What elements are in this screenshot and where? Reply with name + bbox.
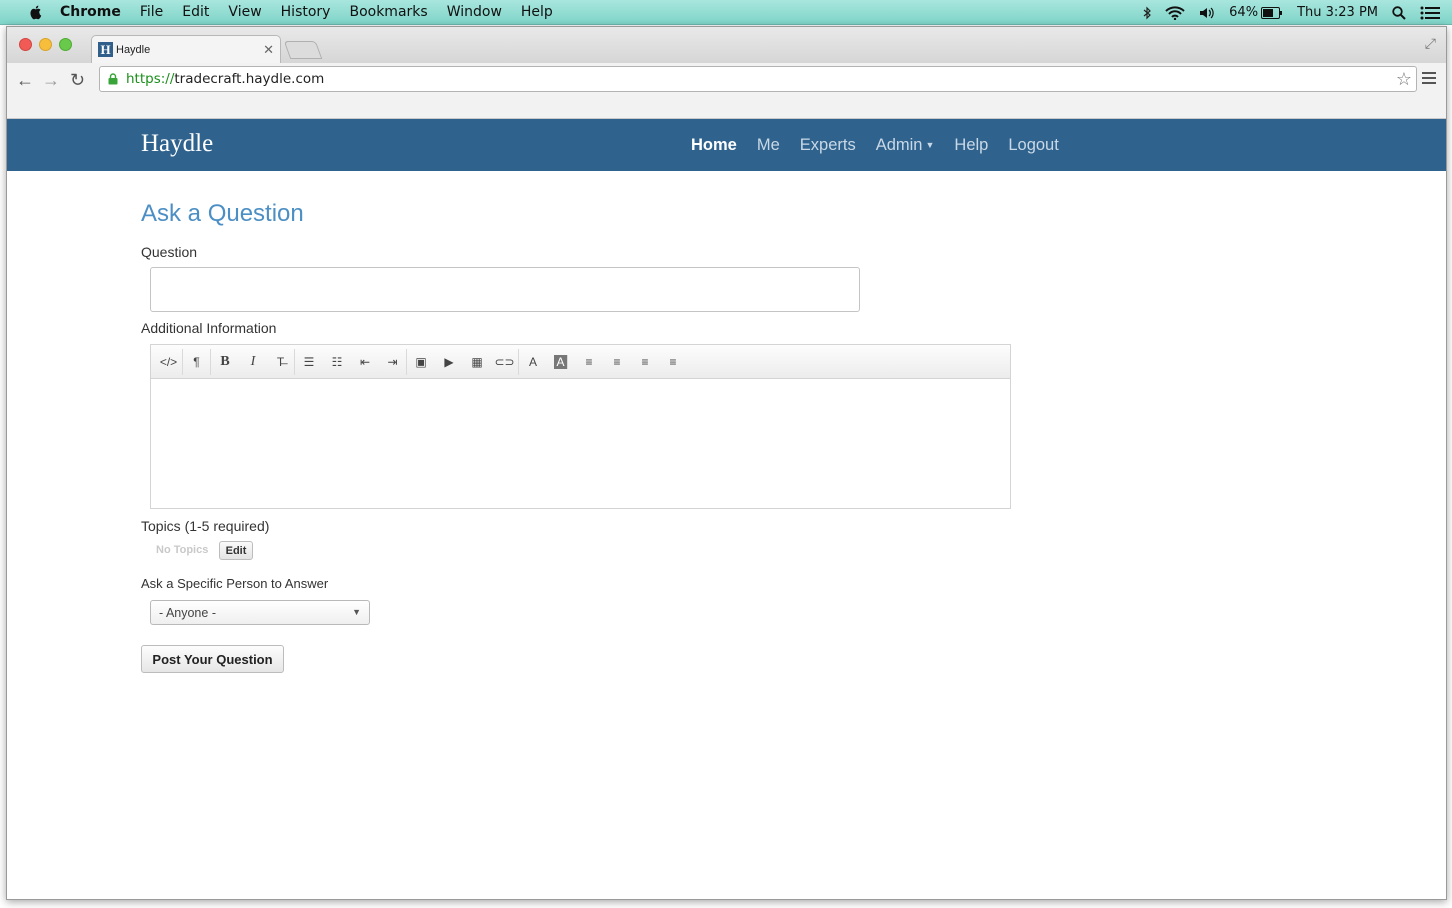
additional-info-label: Additional Information — [141, 320, 277, 336]
browser-window: H Haydle ✕ ⤢ ← → ↻ https:// tradecraft.h… — [6, 26, 1447, 900]
video-icon[interactable]: ▶ — [435, 349, 463, 375]
html-code-icon[interactable]: </> — [155, 348, 183, 375]
align-left-icon[interactable]: ≡ — [575, 349, 603, 375]
question-input[interactable] — [150, 267, 860, 312]
strikethrough-icon[interactable]: T̶ — [267, 348, 295, 375]
haydle-favicon-icon: H — [98, 42, 113, 57]
align-center-icon[interactable]: ≡ — [603, 349, 631, 375]
lock-icon — [108, 73, 118, 85]
bold-icon[interactable]: B — [211, 349, 239, 375]
rich-text-editor: </> ¶ B I T̶ ☰ ☷ ⇤ ⇥ ▣ ▶ ▦ ⊂⊃ A A ≡ ≡ ≡ ≡ — [150, 344, 1011, 509]
browser-titlebar: H Haydle ✕ ⤢ — [7, 27, 1446, 63]
battery-percent: 64% — [1229, 5, 1259, 20]
menubar-clock[interactable]: Thu 3:23 PM — [1297, 5, 1378, 20]
nav-help[interactable]: Help — [954, 136, 988, 155]
url-host: tradecraft.haydle.com — [174, 71, 325, 87]
apple-logo-icon[interactable] — [26, 4, 46, 20]
menubar-window[interactable]: Window — [447, 4, 502, 20]
menubar-bookmarks[interactable]: Bookmarks — [349, 4, 427, 20]
nav-logout[interactable]: Logout — [1008, 136, 1058, 155]
browser-tab[interactable]: H Haydle ✕ — [91, 35, 281, 63]
image-icon[interactable]: ▣ — [407, 349, 435, 375]
table-icon[interactable]: ▦ — [463, 349, 491, 375]
close-window-button[interactable] — [19, 38, 32, 51]
site-brand[interactable]: Haydle — [141, 130, 213, 158]
forward-arrow-icon[interactable]: → — [42, 70, 60, 91]
fullscreen-icon[interactable]: ⤢ — [1425, 35, 1436, 52]
spotlight-search-icon[interactable] — [1392, 5, 1406, 20]
nav-me[interactable]: Me — [757, 136, 780, 155]
nav-admin[interactable]: Admin ▼ — [876, 136, 935, 155]
font-color-icon[interactable]: A — [519, 349, 547, 375]
editor-body[interactable] — [151, 379, 1010, 508]
minimize-window-button[interactable] — [39, 38, 52, 51]
menubar-status-area: 64% Thu 3:23 PM — [1143, 0, 1440, 25]
tab-close-icon[interactable]: ✕ — [263, 42, 274, 58]
post-question-button[interactable]: Post Your Question — [141, 645, 284, 673]
menubar-edit[interactable]: Edit — [182, 4, 209, 20]
outdent-icon[interactable]: ⇤ — [351, 349, 379, 375]
site-nav: Home Me Experts Admin ▼ Help Logout — [691, 119, 1079, 171]
chrome-menu-icon[interactable] — [1422, 69, 1436, 87]
indent-icon[interactable]: ⇥ — [379, 348, 407, 375]
site-navbar: Haydle Home Me Experts Admin ▼ Help Logou… — [7, 119, 1446, 171]
ask-person-value: - Anyone - — [159, 605, 216, 620]
wifi-icon[interactable] — [1165, 5, 1185, 20]
battery-icon — [1261, 6, 1283, 19]
numbered-list-icon[interactable]: ☷ — [323, 349, 351, 375]
paragraph-icon[interactable]: ¶ — [183, 348, 211, 375]
menubar-view[interactable]: View — [228, 4, 261, 20]
topics-label: Topics (1-5 required) — [141, 518, 270, 534]
new-tab-button[interactable] — [283, 41, 323, 59]
editor-toolbar: </> ¶ B I T̶ ☰ ☷ ⇤ ⇥ ▣ ▶ ▦ ⊂⊃ A A ≡ ≡ ≡ ≡ — [151, 345, 1010, 379]
browser-toolbar: ← → ↻ https:// tradecraft.haydle.com ☆ — [7, 63, 1446, 119]
menubar-history[interactable]: History — [281, 4, 331, 20]
background-color-icon[interactable]: A — [554, 354, 568, 369]
menubar-app-name[interactable]: Chrome — [60, 4, 121, 20]
back-arrow-icon[interactable]: ← — [16, 70, 34, 91]
macos-menubar: Chrome File Edit View History Bookmarks … — [0, 0, 1452, 25]
battery-indicator[interactable]: 64% — [1229, 5, 1283, 20]
ask-person-select[interactable]: - Anyone - ▼ — [150, 600, 370, 625]
nav-experts[interactable]: Experts — [800, 136, 856, 155]
menubar-help[interactable]: Help — [521, 4, 553, 20]
volume-icon[interactable] — [1199, 6, 1215, 20]
edit-topics-button[interactable]: Edit — [219, 541, 253, 560]
page-title: Ask a Question — [141, 200, 304, 227]
nav-home[interactable]: Home — [691, 136, 737, 155]
caret-down-icon: ▼ — [925, 140, 935, 151]
bookmark-star-icon[interactable]: ☆ — [1396, 69, 1412, 90]
no-topics-text: No Topics — [156, 544, 209, 556]
url-scheme: https:// — [126, 71, 175, 87]
menubar-file[interactable]: File — [140, 4, 163, 20]
tab-title: Haydle — [116, 43, 151, 56]
align-right-icon[interactable]: ≡ — [631, 349, 659, 375]
address-bar[interactable]: https:// tradecraft.haydle.com ☆ — [99, 66, 1417, 92]
bluetooth-icon[interactable] — [1143, 6, 1152, 20]
ask-person-label: Ask a Specific Person to Answer — [141, 576, 329, 591]
link-icon[interactable]: ⊂⊃ — [491, 348, 519, 375]
dropdown-arrow-icon: ▼ — [352, 607, 361, 617]
italic-icon[interactable]: I — [239, 349, 267, 375]
zoom-window-button[interactable] — [59, 38, 72, 51]
reload-icon[interactable]: ↻ — [70, 70, 85, 91]
bullet-list-icon[interactable]: ☰ — [295, 349, 323, 375]
nav-admin-label: Admin — [875, 135, 923, 154]
web-page: Haydle Home Me Experts Admin ▼ Help Logou… — [7, 119, 1446, 899]
justify-icon[interactable]: ≡ — [659, 349, 687, 375]
notification-center-icon[interactable] — [1420, 6, 1440, 20]
question-label: Question — [141, 244, 198, 260]
